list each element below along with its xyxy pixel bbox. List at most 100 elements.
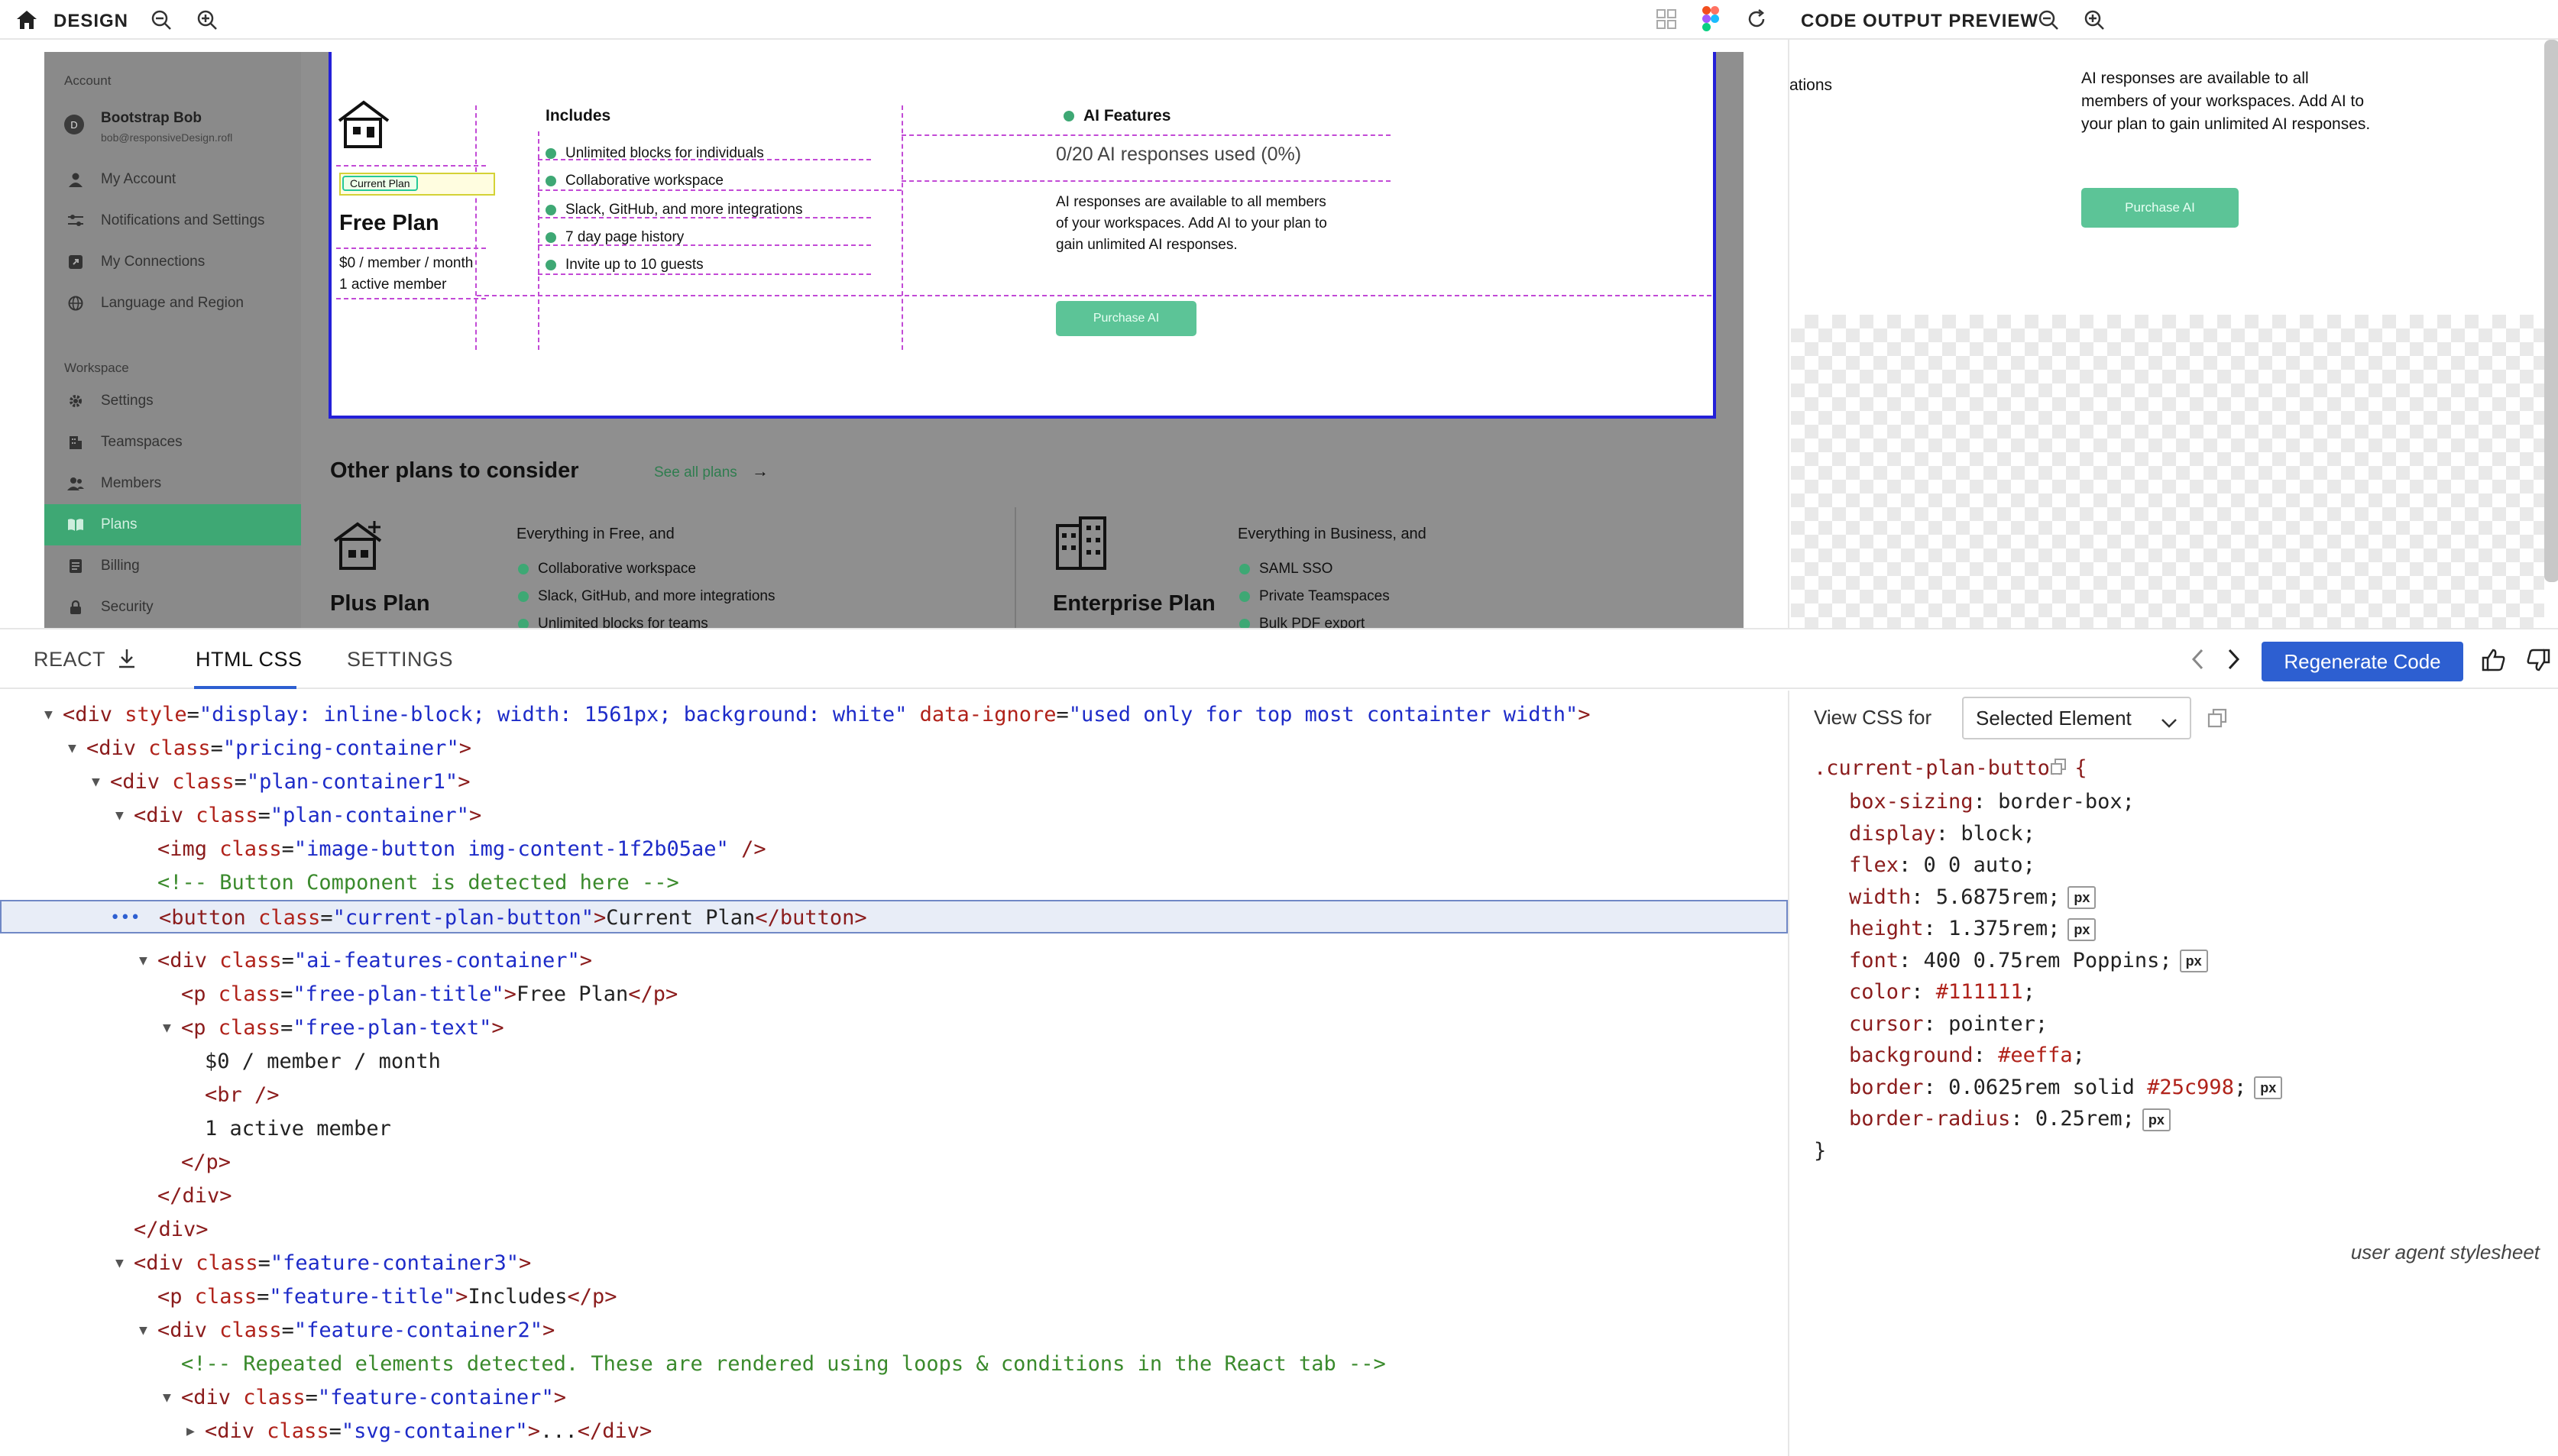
sidebar-item-connections[interactable]: My Connections bbox=[44, 241, 301, 283]
check-dot-icon bbox=[518, 564, 529, 574]
sidebar-item-my-account[interactable]: My Account bbox=[44, 159, 301, 200]
code-line[interactable]: ▼ <div style="display: inline-block; widt… bbox=[0, 698, 1788, 732]
collapse-triangle-icon[interactable]: ▼ bbox=[115, 799, 124, 833]
tab-react[interactable]: REACT bbox=[34, 648, 105, 671]
active-tab-indicator bbox=[194, 686, 296, 689]
selected-plan-card[interactable]: Current Plan Free Plan $0 / member / mon… bbox=[329, 52, 1716, 419]
px-toggle-button[interactable]: px bbox=[2179, 950, 2208, 972]
refresh-icon[interactable] bbox=[1744, 6, 1770, 32]
css-property[interactable]: flex: 0 0 auto; bbox=[1849, 849, 2035, 882]
px-toggle-button[interactable]: px bbox=[2067, 917, 2097, 941]
preview-purchase-ai-button[interactable]: Purchase AI bbox=[2081, 188, 2239, 228]
css-property[interactable]: border-radius: 0.25rem; px bbox=[1849, 1102, 2171, 1136]
tab-html-css[interactable]: HTML CSS bbox=[196, 648, 303, 671]
code-line[interactable]: <p class="feature-title">Includes</p> bbox=[0, 1280, 1788, 1314]
code-line-selected[interactable]: ••• <button class="current-plan-button">C… bbox=[0, 900, 1788, 933]
collapse-triangle-icon[interactable]: ▼ bbox=[163, 1381, 171, 1415]
css-property[interactable]: height: 1.375rem; px bbox=[1849, 912, 2097, 946]
collapse-triangle-icon[interactable]: ▼ bbox=[139, 944, 147, 978]
collapse-triangle-icon[interactable]: ▼ bbox=[44, 698, 53, 732]
account-heading: Account bbox=[64, 73, 112, 88]
sidebar-item-security[interactable]: Security bbox=[44, 587, 301, 628]
code-line[interactable]: <!-- Repeated elements detected. These a… bbox=[0, 1348, 1788, 1381]
code-tab-bar: REACT HTML CSS SETTINGS Regenerate Code bbox=[0, 628, 2558, 689]
sidebar-item-settings[interactable]: Settings bbox=[44, 380, 301, 422]
preview-zoom-out-icon[interactable] bbox=[2035, 8, 2061, 32]
code-line[interactable]: </div> bbox=[0, 1179, 1788, 1213]
code-line-text: <button class="current-plan-button">Curr… bbox=[159, 906, 867, 930]
sidebar-item-label: Teamspaces bbox=[101, 434, 183, 450]
tab-settings[interactable]: SETTINGS bbox=[347, 648, 453, 671]
code-line[interactable]: <br /> bbox=[0, 1079, 1788, 1112]
copy-icon[interactable] bbox=[2203, 704, 2231, 732]
sidebar-item-label: Language and Region bbox=[101, 295, 244, 311]
sidebar-item-notifications[interactable]: Notifications and Settings bbox=[44, 200, 301, 241]
purchase-ai-button[interactable]: Purchase AI bbox=[1056, 301, 1196, 336]
code-line[interactable]: 1 active member bbox=[0, 1112, 1788, 1146]
download-icon[interactable] bbox=[113, 645, 141, 672]
chevron-left-icon[interactable] bbox=[2185, 646, 2211, 672]
code-line[interactable]: ▼ <div class="pricing-container"> bbox=[0, 732, 1788, 765]
preview-zoom-in-icon[interactable] bbox=[2081, 8, 2107, 32]
sidebar-item-members[interactable]: Members bbox=[44, 463, 301, 504]
css-property[interactable]: font: 400 0.75rem Poppins; px bbox=[1849, 944, 2208, 978]
collapse-triangle-icon[interactable]: ▼ bbox=[163, 1011, 171, 1045]
collapse-triangle-icon[interactable]: ▼ bbox=[68, 732, 76, 765]
zoom-in-icon[interactable] bbox=[194, 8, 220, 32]
check-dot-icon bbox=[546, 232, 556, 243]
code-line[interactable]: <img class="image-button img-content-1f2… bbox=[0, 833, 1788, 866]
css-property[interactable]: display: block; bbox=[1849, 817, 2035, 851]
sidebar-item-language[interactable]: Language and Region bbox=[44, 283, 301, 324]
grid-view-icon[interactable] bbox=[1653, 6, 1679, 32]
code-line[interactable]: ▼ <div class="feature-container"> bbox=[0, 1381, 1788, 1415]
zoom-out-icon[interactable] bbox=[148, 8, 174, 32]
chevron-right-icon[interactable] bbox=[2220, 646, 2246, 672]
house-plus-icon bbox=[330, 518, 385, 575]
css-property[interactable]: background: #eeffa; bbox=[1849, 1039, 2085, 1073]
code-line[interactable]: </p> bbox=[0, 1146, 1788, 1179]
sidebar-item-label: Plans bbox=[101, 516, 138, 532]
billing-icon bbox=[67, 558, 84, 574]
code-line[interactable]: ▼ <div class="plan-container"> bbox=[0, 799, 1788, 833]
figma-icon[interactable] bbox=[1698, 5, 1724, 34]
css-property[interactable]: width: 5.6875rem; px bbox=[1849, 881, 2097, 914]
sidebar-item-plans[interactable]: Plans bbox=[44, 504, 301, 545]
css-property[interactable]: border: 0.0625rem solid #25c998; px bbox=[1849, 1071, 2283, 1105]
sidebar-item-billing[interactable]: Billing bbox=[44, 545, 301, 587]
code-line[interactable]: ▼ <div class="ai-features-container"> bbox=[0, 944, 1788, 978]
code-line[interactable]: ▶ <div class="svg-container">...</div> bbox=[0, 1415, 1788, 1448]
preview-scrollbar[interactable] bbox=[2544, 40, 2558, 582]
collapse-triangle-icon[interactable]: ▼ bbox=[115, 1247, 124, 1280]
css-property[interactable]: cursor: pointer; bbox=[1849, 1008, 2048, 1041]
code-line[interactable]: </div> bbox=[0, 1213, 1788, 1247]
code-line[interactable]: ▼ <p class="free-plan-text"> bbox=[0, 1011, 1788, 1045]
collapse-triangle-icon[interactable]: ▼ bbox=[139, 1314, 147, 1348]
px-toggle-button[interactable]: px bbox=[2142, 1108, 2171, 1131]
more-options-icon[interactable]: ••• bbox=[110, 901, 141, 935]
copy-selector-icon[interactable] bbox=[2049, 758, 2067, 780]
code-line[interactable]: ▼ <div class="feature-container2"> bbox=[0, 1314, 1788, 1348]
code-line[interactable]: ▼ <div class="feature-container3"> bbox=[0, 1247, 1788, 1280]
css-property[interactable]: box-sizing: border-box; bbox=[1849, 785, 2135, 819]
arrow-right-icon[interactable]: → bbox=[752, 461, 769, 481]
collapse-triangle-icon[interactable]: ▼ bbox=[92, 765, 100, 799]
px-toggle-button[interactable]: px bbox=[2067, 886, 2097, 909]
code-line[interactable]: ▼ <div class="plan-container1"> bbox=[0, 765, 1788, 799]
plus-plan-heading: Everything in Free, and bbox=[516, 526, 675, 542]
sidebar-item-teamspaces[interactable]: Teamspaces bbox=[44, 422, 301, 463]
workspace-heading: Workspace bbox=[64, 361, 129, 375]
thumbs-down-icon[interactable] bbox=[2523, 645, 2553, 675]
user-agent-stylesheet-label: user agent stylesheet bbox=[2350, 1241, 2540, 1263]
code-line[interactable]: <p class="free-plan-title">Free Plan</p> bbox=[0, 978, 1788, 1011]
expand-triangle-icon[interactable]: ▶ bbox=[186, 1415, 195, 1448]
code-line[interactable]: <!-- Button Component is detected here -… bbox=[0, 866, 1788, 900]
current-plan-button[interactable]: Current Plan bbox=[342, 176, 418, 191]
thumbs-up-icon[interactable] bbox=[2479, 645, 2509, 675]
px-toggle-button[interactable]: px bbox=[2254, 1076, 2283, 1099]
code-line[interactable]: $0 / member / month bbox=[0, 1045, 1788, 1079]
see-all-plans-link[interactable]: See all plans bbox=[654, 464, 737, 481]
regenerate-code-button[interactable]: Regenerate Code bbox=[2262, 642, 2463, 681]
css-property[interactable]: color: #111111; bbox=[1849, 976, 2035, 1009]
css-target-select[interactable]: Selected Element bbox=[1962, 697, 2191, 739]
home-icon[interactable] bbox=[14, 8, 40, 32]
